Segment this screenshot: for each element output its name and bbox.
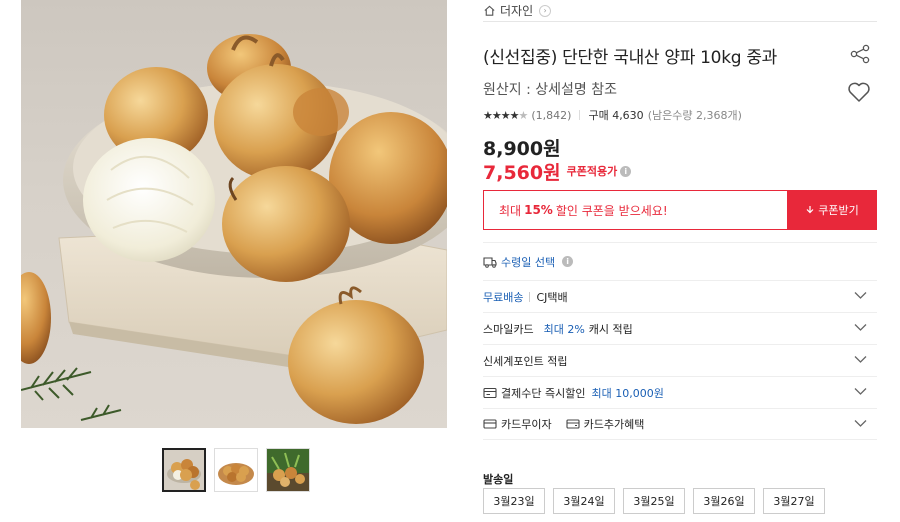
shinsegae-label: 신세계포인트 적립	[483, 354, 568, 368]
shinsegae-point-row[interactable]: 신세계포인트 적립	[483, 344, 877, 376]
rating-summary: ★★★★★ (1,842) 구매 4,630 (남은수량 2,368개)	[483, 107, 877, 123]
smilecard-suffix: 캐시 적립	[588, 322, 633, 336]
product-info-panel: 더자인 › (신선집중) 단단한 국내산 양파 10kg 중과 원산지 : 상세…	[483, 0, 877, 440]
ship-date-option[interactable]: 3월24일	[553, 488, 615, 514]
chevron-right-icon: ›	[539, 4, 552, 17]
thumbnail-list	[162, 448, 310, 492]
coupon-banner: 최대 15% 할인 쿠폰을 받으세요! 쿠폰받기	[483, 190, 877, 230]
chevron-down-icon	[854, 324, 867, 331]
star-icon: ★	[518, 108, 529, 122]
ship-date-option[interactable]: 3월23일	[483, 488, 545, 514]
coupon-prefix: 최대	[499, 203, 522, 218]
smilecard-option-row[interactable]: 스마일카드 최대 2% 캐시 적립	[483, 312, 877, 344]
star-rating: ★★★★★	[483, 108, 529, 122]
coupon-message: 최대 15% 할인 쿠폰을 받으세요!	[483, 190, 787, 230]
purchase-count: 구매 4,630	[588, 109, 644, 122]
original-price: 8,900원	[483, 138, 561, 160]
delivery-date-select[interactable]: 수령일 선택 i	[483, 242, 877, 280]
card-extra-benefit-label: 카드추가혜택	[583, 418, 645, 431]
ship-date-label: 발송일	[483, 473, 514, 486]
coupon-price-label: 쿠폰적용가	[566, 165, 618, 178]
ship-date-option[interactable]: 3월26일	[693, 488, 755, 514]
remaining-stock: (남은수량 2,368개)	[647, 109, 742, 122]
coupon-suffix: 할인 쿠폰을 받으세요!	[555, 203, 668, 218]
info-icon[interactable]: i	[562, 256, 574, 267]
card-icon	[483, 419, 497, 429]
heart-icon[interactable]	[847, 81, 871, 103]
instant-discount-label: 결제수단 즉시할인	[501, 386, 586, 400]
courier-label: CJ택배	[536, 290, 568, 304]
instant-discount-highlight: 최대 10,000원	[591, 386, 664, 400]
ship-date-option[interactable]: 3월25일	[623, 488, 685, 514]
thumbnail-2[interactable]	[214, 448, 258, 492]
info-icon[interactable]: i	[620, 165, 632, 177]
star-icon: ★	[500, 108, 511, 122]
product-origin: 원산지 : 상세설명 참조	[483, 82, 617, 98]
review-count[interactable]: (1,842)	[531, 109, 571, 122]
card-interest-free-label: 카드무이자	[501, 418, 552, 431]
coupon-percent: 15%	[524, 203, 553, 217]
share-icon[interactable]	[849, 43, 871, 65]
delivery-select-label: 수령일 선택	[501, 255, 556, 269]
store-name[interactable]: 더자인	[500, 2, 533, 19]
thumbnail-1[interactable]	[162, 448, 206, 492]
star-icon: ★	[483, 108, 493, 122]
card-benefit-row[interactable]: 카드무이자 카드추가혜택	[483, 408, 877, 440]
home-icon	[484, 5, 495, 16]
chevron-down-icon	[854, 420, 867, 427]
star-icon: ★	[491, 108, 502, 122]
chevron-down-icon	[854, 388, 867, 395]
free-shipping-label: 무료배송	[483, 290, 524, 304]
chevron-down-icon	[854, 292, 867, 299]
coupon-button-label: 쿠폰받기	[818, 204, 859, 217]
product-main-image[interactable]	[21, 0, 447, 428]
store-breadcrumb[interactable]: 더자인 ›	[483, 0, 877, 22]
truck-icon	[483, 256, 497, 268]
receipt-icon	[483, 387, 497, 398]
instant-discount-row[interactable]: 결제수단 즉시할인 최대 10,000원	[483, 376, 877, 408]
smilecard-label: 스마일카드	[483, 322, 534, 336]
product-title: (신선집중) 단단한 국내산 양파 10kg 중과	[483, 48, 778, 68]
shipping-option-row[interactable]: 무료배송 CJ택배	[483, 280, 877, 312]
smilecard-highlight: 최대 2%	[543, 322, 585, 336]
card-icon	[566, 419, 580, 429]
chevron-down-icon	[854, 356, 867, 363]
thumbnail-3[interactable]	[266, 448, 310, 492]
sale-price: 7,560원	[483, 161, 561, 184]
download-icon	[806, 206, 814, 214]
ship-date-options: 3월23일 3월24일 3월25일 3월26일 3월27일	[483, 488, 825, 514]
ship-date-option[interactable]: 3월27일	[763, 488, 825, 514]
coupon-download-button[interactable]: 쿠폰받기	[787, 190, 877, 230]
star-icon: ★	[509, 108, 520, 122]
